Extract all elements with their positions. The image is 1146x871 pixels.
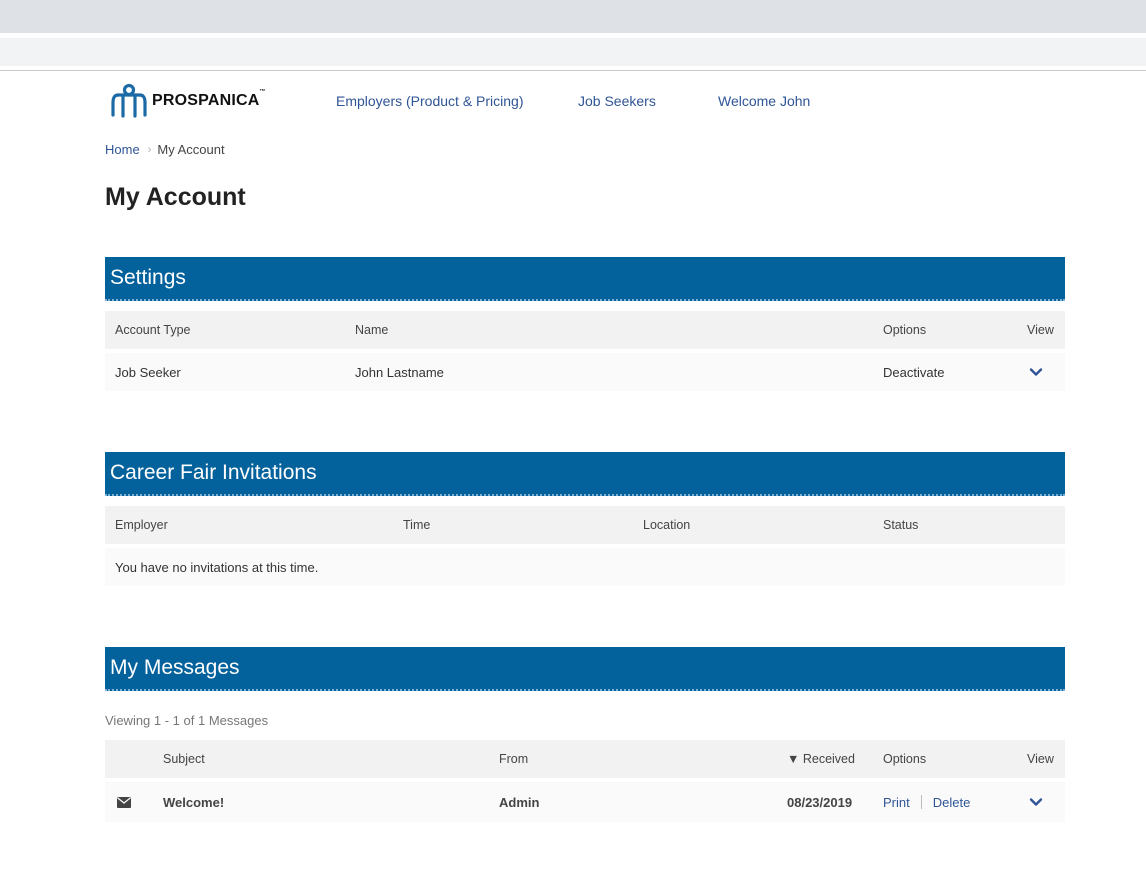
breadcrumb: Home › My Account: [105, 142, 225, 157]
options-divider: [920, 795, 922, 809]
message-subject[interactable]: Welcome!: [163, 782, 224, 822]
nav-job-seekers-link[interactable]: Job Seekers: [578, 93, 656, 109]
message-row[interactable]: Welcome! Admin 08/23/2019 Print Delete: [105, 782, 1065, 822]
career-fair-section-header: Career Fair Invitations: [105, 452, 1065, 496]
col-employer: Employer: [115, 518, 168, 532]
messages-count: Viewing 1 - 1 of 1 Messages: [105, 713, 269, 728]
col-time: Time: [403, 518, 431, 532]
chevron-down-icon: [1029, 798, 1043, 806]
envelope-icon: [117, 782, 131, 822]
browser-tab-strip: [0, 0, 1146, 33]
sort-received-link[interactable]: ▼ Received: [787, 740, 855, 778]
header-divider: [0, 70, 1146, 71]
message-view-toggle[interactable]: [1029, 782, 1043, 822]
logo-text: PROSPANICA™: [152, 89, 266, 109]
col-location: Location: [643, 518, 691, 532]
career-fair-empty-row: You have no invitations at this time.: [105, 548, 1065, 586]
col-options: Options: [883, 323, 927, 337]
browser-toolbar: [0, 38, 1146, 66]
col-account-type: Account Type: [115, 323, 191, 337]
deactivate-link[interactable]: Deactivate: [883, 353, 944, 391]
col-options: Options: [883, 752, 927, 766]
settings-table-row: Job Seeker John Lastname Deactivate: [105, 353, 1065, 391]
messages-section-header: My Messages: [105, 647, 1065, 691]
col-view: View: [1027, 323, 1054, 337]
prospanica-logo-icon: [111, 83, 147, 118]
settings-table-header: Account Type Name Options View: [105, 311, 1065, 349]
breadcrumb-separator: ›: [147, 143, 152, 156]
col-view: View: [1027, 752, 1054, 766]
account-name-value: John Lastname: [355, 364, 444, 380]
page-title: My Account: [105, 183, 246, 211]
settings-view-toggle[interactable]: [1029, 353, 1043, 391]
message-received-date: 08/23/2019: [787, 794, 853, 810]
sort-subject-link[interactable]: Subject: [163, 740, 205, 778]
no-invitations-message: You have no invitations at this time.: [115, 559, 319, 575]
nav-welcome-user-link[interactable]: Welcome John: [718, 93, 810, 109]
account-type-value: Job Seeker: [115, 364, 181, 380]
breadcrumb-current: My Account: [157, 142, 225, 157]
print-message-link[interactable]: Print: [883, 795, 910, 810]
col-name: Name: [355, 323, 389, 337]
breadcrumb-home-link[interactable]: Home: [105, 142, 140, 157]
sort-from-link[interactable]: From: [499, 740, 528, 778]
site-logo[interactable]: PROSPANICA™: [110, 83, 266, 119]
chevron-down-icon: [1029, 368, 1043, 376]
career-fair-table-header: Employer Time Location Status: [105, 506, 1065, 544]
col-status: Status: [883, 518, 919, 532]
delete-message-link[interactable]: Delete: [933, 795, 971, 810]
message-options: Print Delete: [883, 782, 970, 822]
settings-section-header: Settings: [105, 257, 1065, 301]
message-from: Admin: [499, 794, 540, 810]
messages-table-header: Subject From ▼ Received Options View: [105, 740, 1065, 778]
nav-employers-link[interactable]: Employers (Product & Pricing): [336, 93, 524, 109]
